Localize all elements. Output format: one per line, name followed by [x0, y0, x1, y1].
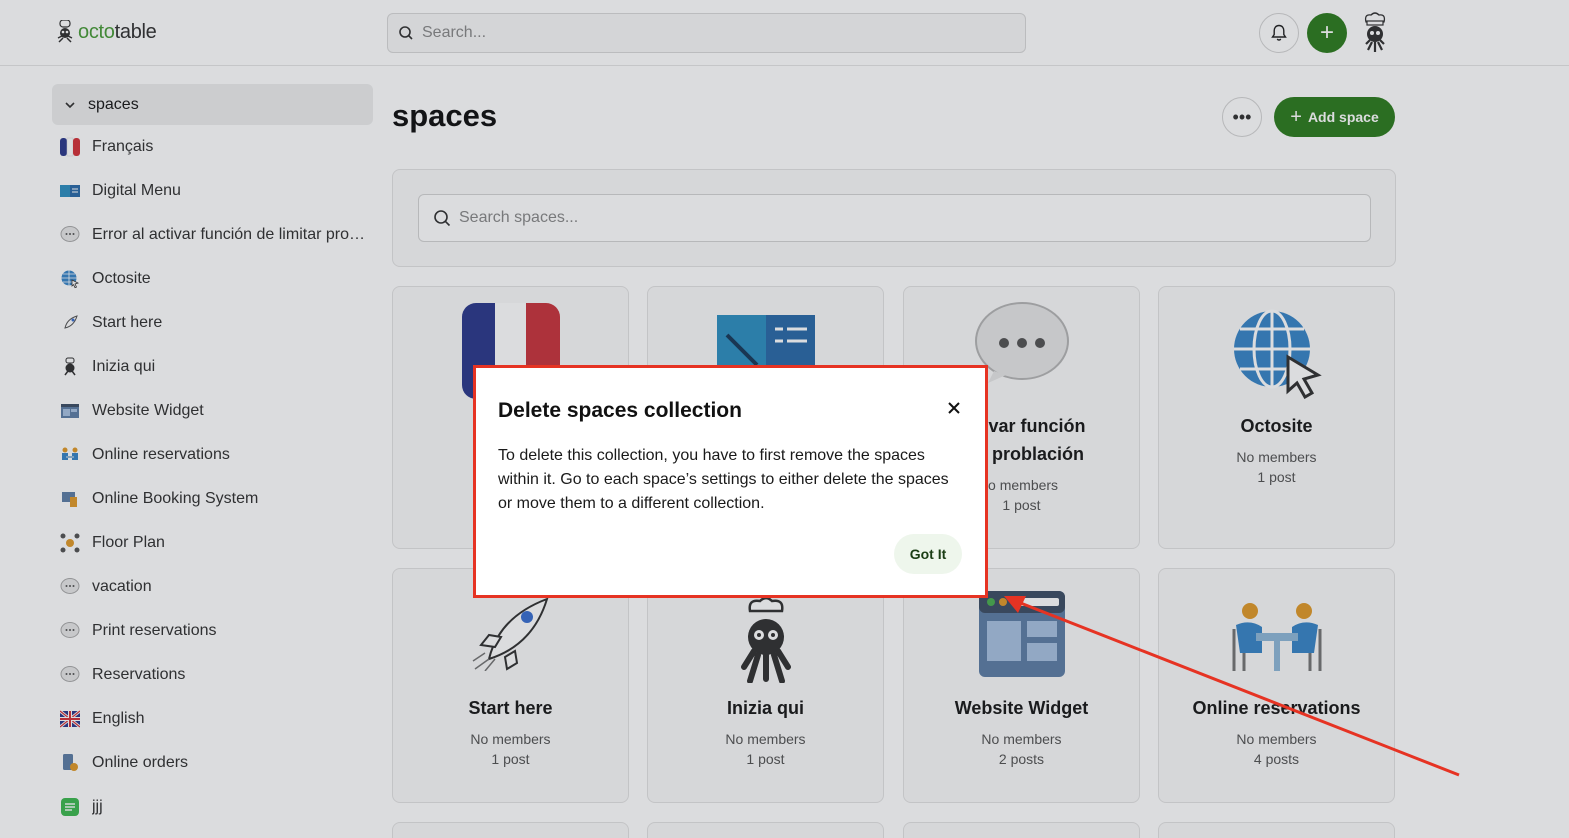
delete-collection-dialog: Delete spaces collection To delete this …: [480, 372, 981, 591]
dialog-body: To delete this collection, you have to f…: [498, 447, 949, 512]
dialog-title: Delete spaces collection: [498, 399, 742, 422]
got-it-button[interactable]: Got It: [894, 534, 962, 574]
annotation-highlight-box: Delete spaces collection To delete this …: [473, 365, 988, 598]
dialog-close-button[interactable]: [944, 398, 964, 418]
close-icon: [948, 402, 960, 414]
